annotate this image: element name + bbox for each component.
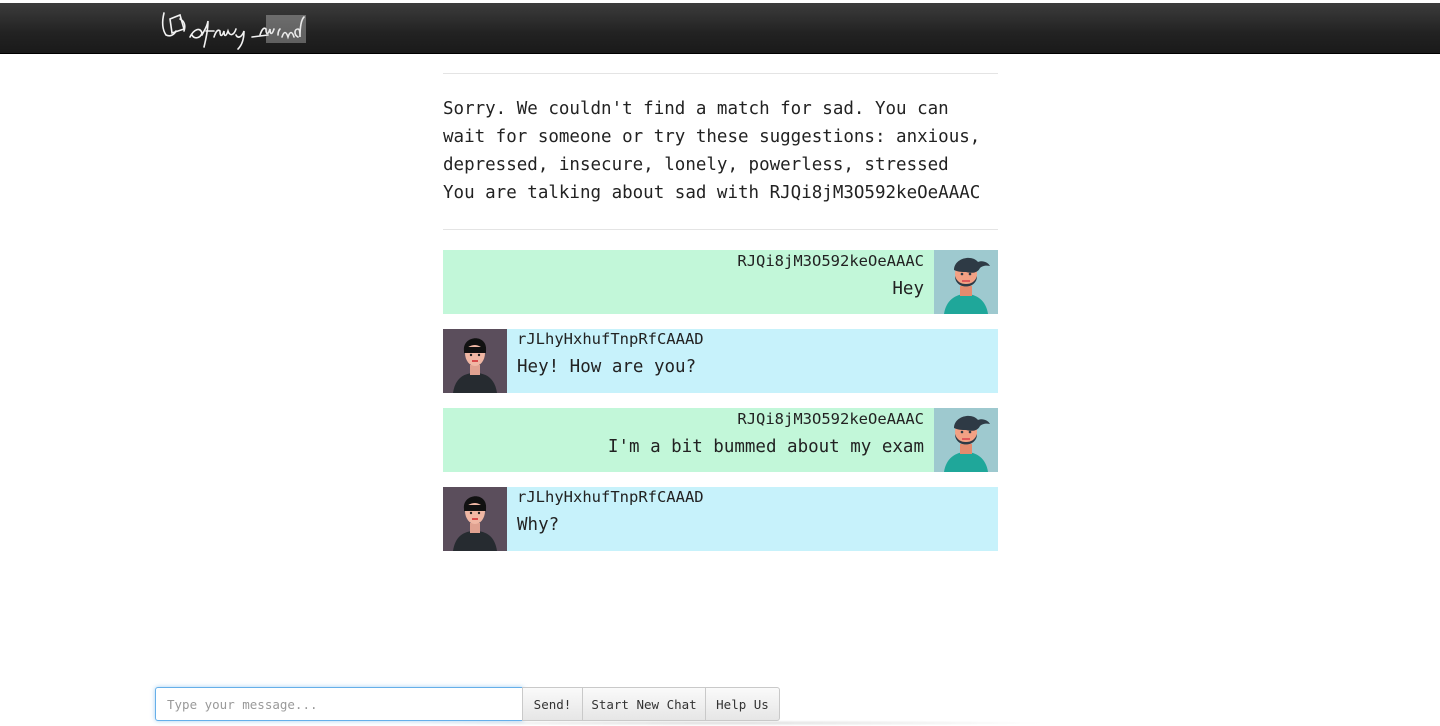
chat-message: RJQi8jM3O592keOeAAAC I'm a bit bummed ab… [443, 408, 998, 472]
avatar [934, 408, 998, 472]
chat-message: RJQi8jM3O592keOeAAAC Hey [443, 250, 998, 314]
sender-name: RJQi8jM3O592keOeAAAC [737, 410, 924, 428]
avatar [443, 329, 507, 393]
chat-message: rJLhyHxhufTnpRfCAAAD Why? [443, 487, 998, 551]
message-bubble: RJQi8jM3O592keOeAAAC Hey [443, 250, 934, 314]
match-notice: Sorry. We couldn't find a match for sad.… [443, 99, 981, 175]
message-bubble: RJQi8jM3O592keOeAAAC I'm a bit bummed ab… [443, 408, 934, 472]
message-bubble: rJLhyHxhufTnpRfCAAAD Why? [507, 487, 998, 551]
bearded-man-avatar-icon [934, 408, 998, 472]
send-button[interactable]: Send! [522, 687, 583, 721]
sender-name: rJLhyHxhufTnpRfCAAAD [517, 330, 704, 348]
logo-icon [161, 12, 306, 50]
brand-logo[interactable] [156, 7, 310, 53]
chat-panel: Sorry. We couldn't find a match for sad.… [443, 73, 998, 551]
chat-message: rJLhyHxhufTnpRfCAAAD Hey! How are you? [443, 329, 998, 393]
avatar [934, 250, 998, 314]
dark-haired-person-avatar-icon [443, 329, 507, 393]
message-bubble: rJLhyHxhufTnpRfCAAAD Hey! How are you? [507, 329, 998, 393]
message-composer: Send! Start New Chat Help Us [155, 687, 780, 721]
sender-name: rJLhyHxhufTnpRfCAAAD [517, 488, 704, 506]
top-navbar [0, 3, 1440, 54]
message-text: Why? [517, 515, 560, 535]
message-text: Hey! How are you? [517, 357, 697, 377]
message-text: I'm a bit bummed about my exam [607, 437, 924, 457]
message-text: Hey [892, 279, 924, 299]
status-divider [443, 229, 998, 230]
message-input[interactable] [155, 687, 523, 721]
status-message: Sorry. We couldn't find a match for sad.… [443, 74, 998, 229]
dark-haired-person-avatar-icon [443, 487, 507, 551]
start-new-chat-button[interactable]: Start New Chat [582, 687, 706, 721]
help-us-button[interactable]: Help Us [705, 687, 780, 721]
avatar [443, 487, 507, 551]
talking-about: You are talking about sad with RJQi8jM3O… [443, 183, 981, 203]
bearded-man-avatar-icon [934, 250, 998, 314]
sender-name: RJQi8jM3O592keOeAAAC [737, 252, 924, 270]
